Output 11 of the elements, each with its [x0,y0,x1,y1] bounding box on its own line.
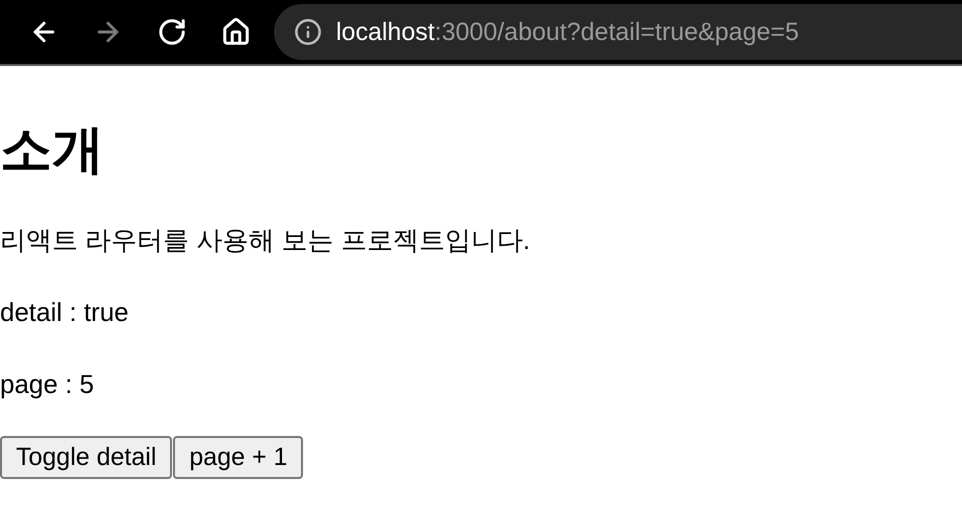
home-icon [221,17,251,47]
action-button[interactable]: page + 1 [173,436,304,479]
reload-icon [157,17,187,47]
action-button[interactable]: Toggle detail [0,436,172,479]
param-text: page : 5 [0,368,95,400]
page-heading: 소개 [0,120,105,181]
address-bar[interactable]: localhost:3000/about?detail=true&page=5 [274,4,962,60]
url-text: localhost:3000/about?detail=true&page=5 [336,18,799,46]
info-icon [294,18,322,46]
param-text: detail : true [0,296,130,328]
description-text: 리액트 라우터를 사용해 보는 프로젝트입니다. [0,224,532,256]
